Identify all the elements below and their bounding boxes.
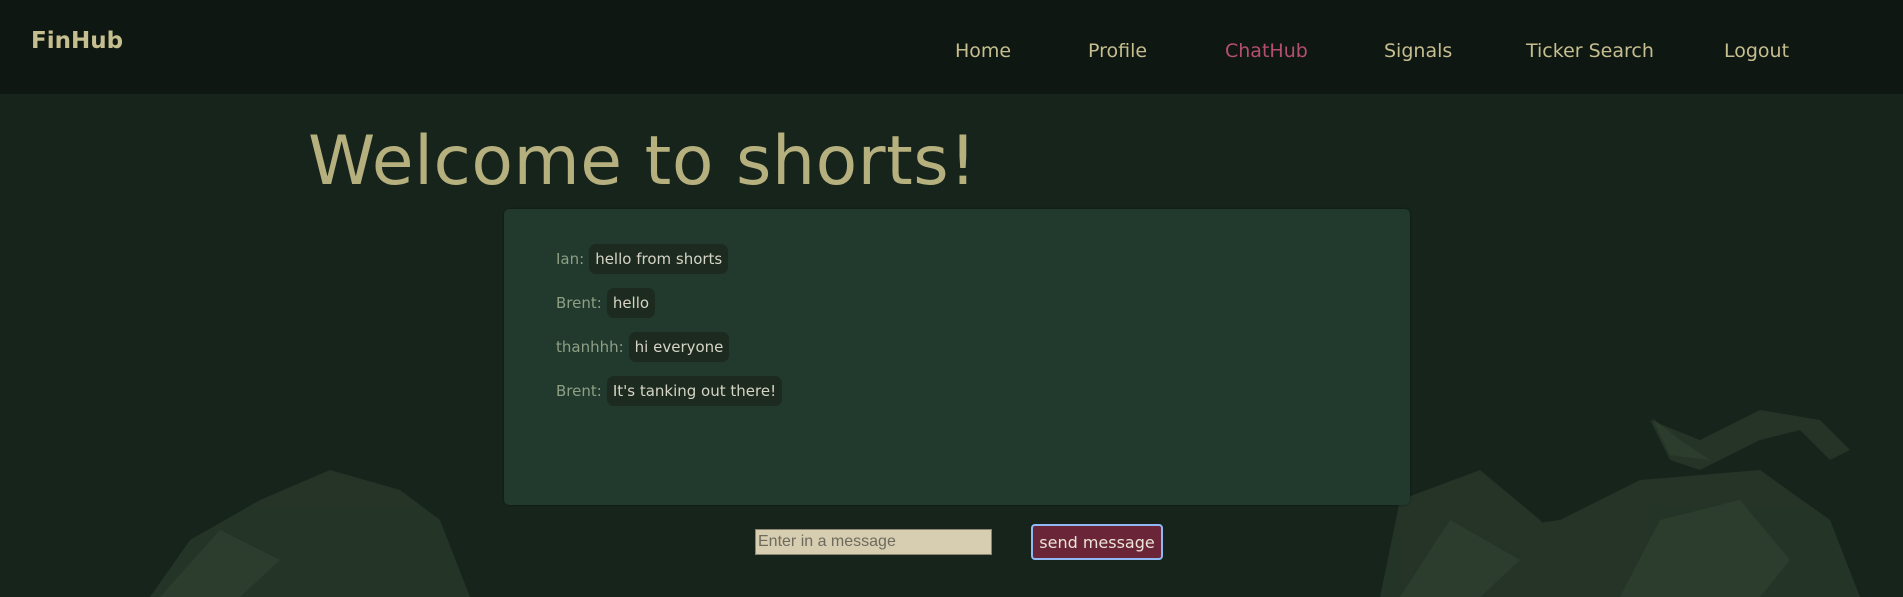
message-username: thanhhh: [556, 338, 624, 356]
chat-message: thanhhh: hi everyone [556, 331, 730, 363]
nav-links: Home Profile ChatHub Signals Ticker Sear… [0, 40, 1903, 70]
top-navbar: FinHub Home Profile ChatHub Signals Tick… [0, 0, 1903, 94]
chat-message: Brent: It's tanking out there! [556, 375, 783, 407]
nav-home[interactable]: Home [955, 40, 1011, 62]
message-text: hello from shorts [589, 244, 729, 274]
message-username: Brent: [556, 382, 602, 400]
chat-message: Brent: hello [556, 287, 656, 319]
nav-profile[interactable]: Profile [1088, 40, 1147, 62]
message-text: hi everyone [628, 332, 730, 362]
message-username: Brent: [556, 294, 602, 312]
message-text: It's tanking out there! [606, 376, 783, 406]
nav-ticker-search[interactable]: Ticker Search [1526, 40, 1654, 62]
nav-chathub[interactable]: ChatHub [1225, 40, 1308, 62]
chat-messages-panel[interactable]: Ian: hello from shorts Brent: hello than… [504, 209, 1410, 505]
page-title: Welcome to shorts! [308, 122, 977, 201]
message-text: hello [606, 288, 656, 318]
message-username: Ian: [556, 250, 585, 268]
message-input[interactable] [755, 529, 992, 555]
nav-logout[interactable]: Logout [1724, 40, 1789, 62]
send-message-button[interactable]: send message [1031, 524, 1163, 560]
nav-signals[interactable]: Signals [1384, 40, 1452, 62]
chat-message: Ian: hello from shorts [556, 243, 729, 275]
